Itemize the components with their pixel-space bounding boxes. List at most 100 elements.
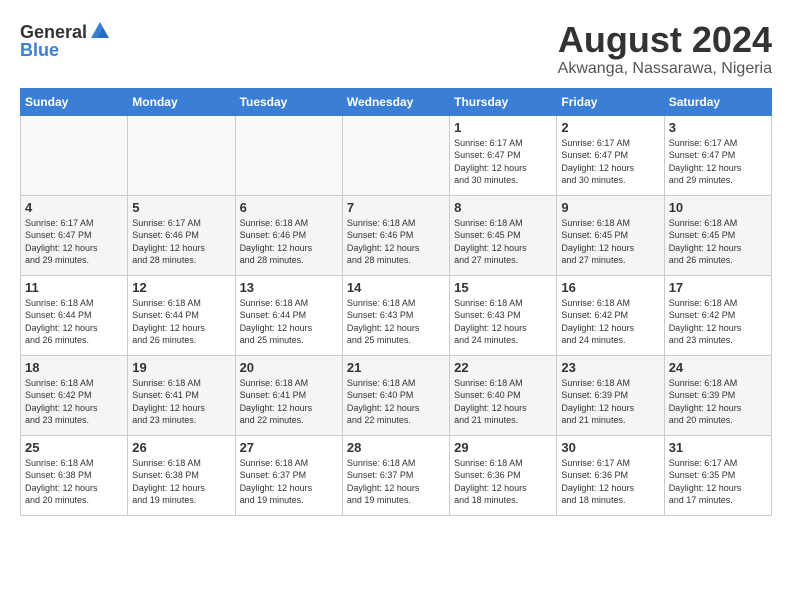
day-cell: 11Sunrise: 6:18 AM Sunset: 6:44 PM Dayli… [21,275,128,355]
day-cell: 23Sunrise: 6:18 AM Sunset: 6:39 PM Dayli… [557,355,664,435]
day-cell: 5 Sunrise: 6:17 AM Sunset: 6:46 PM Daylig… [128,195,235,275]
day-number: 23 [561,360,659,375]
day-cell: 26 Sunrise: 6:18 AM Sunset: 6:38 PM Dayli… [128,435,235,515]
header-row: SundayMondayTuesdayWednesdayThursdayFrid… [21,88,772,115]
day-number: 14 [347,280,445,295]
day-info: Sunrise: 6:18 AM Sunset: 6:38 PM Dayligh… [132,457,230,507]
day-number: 30 [561,440,659,455]
day-number: 20 [240,360,338,375]
day-info: Sunrise: 6:17 AM Sunset: 6:46 PM Dayligh… [132,217,230,267]
day-info: Sunrise: 6:18 AM Sunset: 6:46 PM Dayligh… [347,217,445,267]
day-info: Sunrise: 6:18 AM Sunset: 6:37 PM Dayligh… [347,457,445,507]
day-cell: 2 Sunrise: 6:17 AM Sunset: 6:47 PM Daylig… [557,115,664,195]
day-info: Sunrise: 6:18 AM Sunset: 6:41 PM Dayligh… [132,377,230,427]
day-number: 13 [240,280,338,295]
day-number: 28 [347,440,445,455]
week-row-2: 4Sunrise: 6:17 AM Sunset: 6:47 PM Daylig… [21,195,772,275]
day-number: 15 [454,280,552,295]
day-cell: 20 Sunrise: 6:18 AM Sunset: 6:41 PM Dayli… [235,355,342,435]
day-number: 12 [132,280,230,295]
week-row-4: 18 Sunrise: 6:18 AM Sunset: 6:42 PM Dayli… [21,355,772,435]
day-number: 3 [669,120,767,135]
day-info: Sunrise: 6:18 AM Sunset: 6:45 PM Dayligh… [454,217,552,267]
col-header-thursday: Thursday [450,88,557,115]
day-cell [235,115,342,195]
day-number: 8 [454,200,552,215]
day-number: 27 [240,440,338,455]
calendar-subtitle: Akwanga, Nassarawa, Nigeria [558,60,772,78]
logo-blue-text: Blue [20,40,59,61]
day-cell: 24Sunrise: 6:18 AM Sunset: 6:39 PM Dayli… [664,355,771,435]
day-number: 19 [132,360,230,375]
day-number: 22 [454,360,552,375]
day-number: 21 [347,360,445,375]
calendar-table: SundayMondayTuesdayWednesdayThursdayFrid… [20,88,772,516]
day-number: 18 [25,360,123,375]
day-cell: 21Sunrise: 6:18 AM Sunset: 6:40 PM Dayli… [342,355,449,435]
day-cell [21,115,128,195]
day-cell: 19 Sunrise: 6:18 AM Sunset: 6:41 PM Dayli… [128,355,235,435]
day-number: 26 [132,440,230,455]
day-info: Sunrise: 6:17 AM Sunset: 6:36 PM Dayligh… [561,457,659,507]
day-info: Sunrise: 6:18 AM Sunset: 6:43 PM Dayligh… [454,297,552,347]
day-cell: 31Sunrise: 6:17 AM Sunset: 6:35 PM Dayli… [664,435,771,515]
day-info: Sunrise: 6:17 AM Sunset: 6:47 PM Dayligh… [25,217,123,267]
day-cell: 15 Sunrise: 6:18 AM Sunset: 6:43 PM Dayli… [450,275,557,355]
col-header-friday: Friday [557,88,664,115]
day-number: 16 [561,280,659,295]
day-cell [128,115,235,195]
week-row-1: 1 Sunrise: 6:17 AM Sunset: 6:47 PM Daylig… [21,115,772,195]
day-number: 5 [132,200,230,215]
day-info: Sunrise: 6:18 AM Sunset: 6:41 PM Dayligh… [240,377,338,427]
logo: General Blue [20,20,111,61]
day-info: Sunrise: 6:18 AM Sunset: 6:36 PM Dayligh… [454,457,552,507]
day-cell: 7 Sunrise: 6:18 AM Sunset: 6:46 PM Daylig… [342,195,449,275]
day-number: 29 [454,440,552,455]
day-number: 9 [561,200,659,215]
day-info: Sunrise: 6:18 AM Sunset: 6:43 PM Dayligh… [347,297,445,347]
day-number: 11 [25,280,123,295]
day-cell: 14 Sunrise: 6:18 AM Sunset: 6:43 PM Dayli… [342,275,449,355]
day-info: Sunrise: 6:18 AM Sunset: 6:44 PM Dayligh… [132,297,230,347]
day-info: Sunrise: 6:17 AM Sunset: 6:47 PM Dayligh… [454,137,552,187]
day-info: Sunrise: 6:18 AM Sunset: 6:39 PM Dayligh… [669,377,767,427]
day-cell: 29 Sunrise: 6:18 AM Sunset: 6:36 PM Dayli… [450,435,557,515]
day-number: 25 [25,440,123,455]
title-area: August 2024 Akwanga, Nassarawa, Nigeria [558,20,772,78]
day-number: 17 [669,280,767,295]
day-cell: 9 Sunrise: 6:18 AM Sunset: 6:45 PM Daylig… [557,195,664,275]
day-info: Sunrise: 6:18 AM Sunset: 6:45 PM Dayligh… [561,217,659,267]
day-cell: 6 Sunrise: 6:18 AM Sunset: 6:46 PM Daylig… [235,195,342,275]
calendar-title: August 2024 [558,20,772,60]
day-info: Sunrise: 6:18 AM Sunset: 6:46 PM Dayligh… [240,217,338,267]
day-cell: 8 Sunrise: 6:18 AM Sunset: 6:45 PM Daylig… [450,195,557,275]
day-number: 7 [347,200,445,215]
col-header-saturday: Saturday [664,88,771,115]
day-cell: 1 Sunrise: 6:17 AM Sunset: 6:47 PM Daylig… [450,115,557,195]
day-info: Sunrise: 6:17 AM Sunset: 6:47 PM Dayligh… [669,137,767,187]
day-info: Sunrise: 6:18 AM Sunset: 6:45 PM Dayligh… [669,217,767,267]
day-cell: 3 Sunrise: 6:17 AM Sunset: 6:47 PM Daylig… [664,115,771,195]
day-cell: 28 Sunrise: 6:18 AM Sunset: 6:37 PM Dayli… [342,435,449,515]
day-info: Sunrise: 6:18 AM Sunset: 6:37 PM Dayligh… [240,457,338,507]
day-cell: 13 Sunrise: 6:18 AM Sunset: 6:44 PM Dayli… [235,275,342,355]
day-info: Sunrise: 6:18 AM Sunset: 6:42 PM Dayligh… [25,377,123,427]
day-number: 1 [454,120,552,135]
day-number: 2 [561,120,659,135]
col-header-monday: Monday [128,88,235,115]
day-cell: 10Sunrise: 6:18 AM Sunset: 6:45 PM Dayli… [664,195,771,275]
col-header-sunday: Sunday [21,88,128,115]
day-cell: 22Sunrise: 6:18 AM Sunset: 6:40 PM Dayli… [450,355,557,435]
day-cell: 4Sunrise: 6:17 AM Sunset: 6:47 PM Daylig… [21,195,128,275]
day-info: Sunrise: 6:18 AM Sunset: 6:44 PM Dayligh… [240,297,338,347]
week-row-3: 11 Sunrise: 6:18 AM Sunset: 6:44 PM Dayli… [21,275,772,355]
week-row-5: 25 Sunrise: 6:18 AM Sunset: 6:38 PM Dayli… [21,435,772,515]
day-cell: 16Sunrise: 6:18 AM Sunset: 6:42 PM Dayli… [557,275,664,355]
day-number: 6 [240,200,338,215]
day-cell: 18 Sunrise: 6:18 AM Sunset: 6:42 PM Dayli… [21,355,128,435]
day-cell: 27 Sunrise: 6:18 AM Sunset: 6:37 PM Dayli… [235,435,342,515]
day-info: Sunrise: 6:17 AM Sunset: 6:47 PM Dayligh… [561,137,659,187]
logo-icon [89,20,111,42]
col-header-tuesday: Tuesday [235,88,342,115]
day-cell: 25Sunrise: 6:18 AM Sunset: 6:38 PM Dayli… [21,435,128,515]
